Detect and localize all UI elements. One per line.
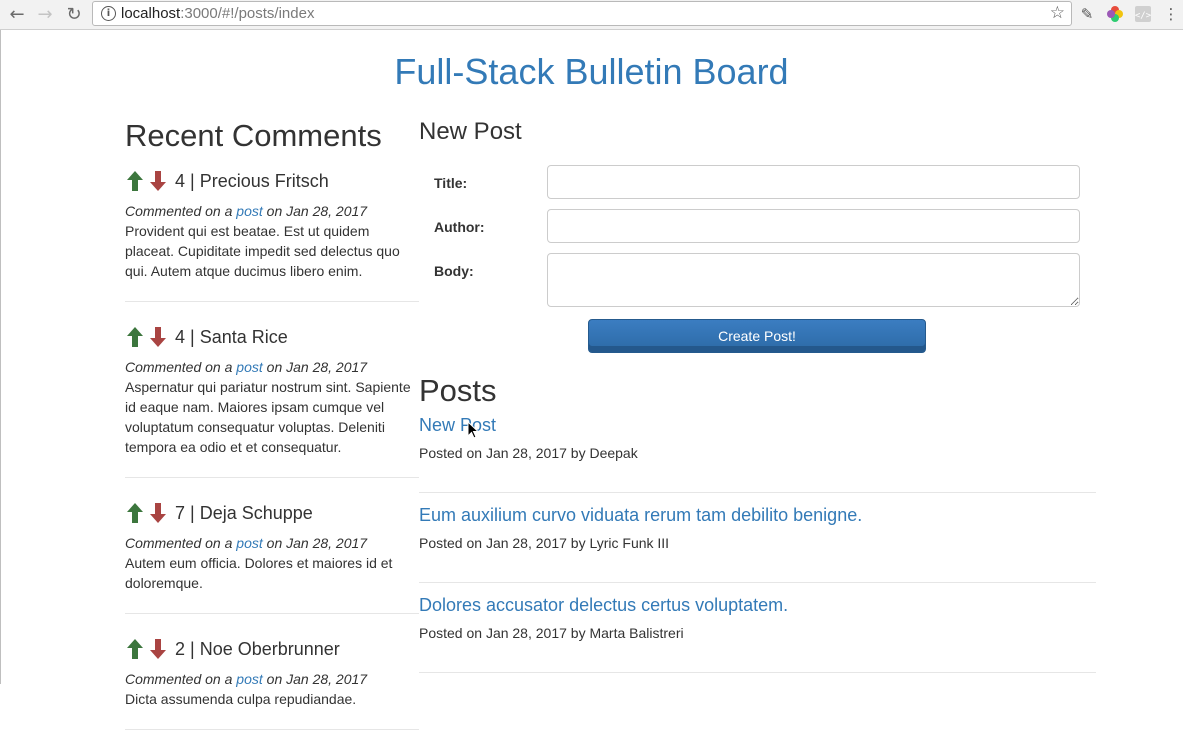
downvote-arrow-icon[interactable]: [148, 502, 168, 524]
meta-prefix: Commented on a: [125, 359, 237, 375]
menu-dots-icon[interactable]: ⋮: [1162, 5, 1180, 23]
author-label: Author:: [434, 219, 485, 235]
comment-item: 4 | Santa Rice Commented on a post on Ja…: [125, 324, 419, 478]
body-label: Body:: [434, 263, 474, 279]
window-edge: [0, 30, 1, 684]
comment-body: Dicta assumenda culpa repudiandae.: [125, 691, 357, 707]
color-wheel-icon[interactable]: [1106, 5, 1124, 23]
upvote-arrow-icon[interactable]: [125, 326, 145, 348]
main-column: New Post Title: Author: Body: Create Pos…: [419, 118, 1096, 673]
comment-meta: Commented on a post on Jan 28, 2017: [125, 669, 419, 689]
meta-date: on Jan 28, 2017: [262, 203, 368, 219]
downvote-arrow-icon[interactable]: [148, 638, 168, 660]
post-link[interactable]: post: [236, 203, 262, 219]
downvote-arrow-icon[interactable]: [148, 170, 168, 192]
new-post-heading: New Post: [419, 118, 522, 145]
url-text: localhost:3000/#!/posts/index: [121, 5, 314, 22]
author-row: Author:: [419, 209, 1096, 253]
recent-comments-panel: Recent Comments 4 | Precious Fritsch Com…: [125, 118, 419, 752]
page-title: Full-Stack Bulletin Board: [394, 51, 789, 92]
mouse-cursor-icon: [467, 420, 480, 439]
post-link[interactable]: post: [236, 671, 262, 687]
comment-score-author: 4 | Santa Rice: [175, 326, 288, 347]
post-link[interactable]: post: [236, 359, 262, 375]
forward-arrow-icon[interactable]: →: [34, 4, 56, 26]
meta-prefix: Commented on a: [125, 203, 237, 219]
meta-date: on Jan 28, 2017: [262, 671, 368, 687]
post-title-link[interactable]: New Post: [419, 415, 1096, 436]
new-post-form: Title: Author: Body: Create Post!: [419, 165, 1096, 353]
comment-item: 2 | Noe Oberbrunner Commented on a post …: [125, 636, 419, 730]
comment-body: Provident qui est beatae. Est ut quidem …: [125, 223, 400, 279]
posts-heading: Posts: [419, 373, 497, 408]
comment-score-author: 4 | Precious Fritsch: [175, 170, 329, 191]
post-meta: Posted on Jan 28, 2017 by Deepak: [419, 445, 638, 461]
meta-date: on Jan 28, 2017: [262, 359, 368, 375]
post-link[interactable]: post: [236, 535, 262, 551]
post-title-link[interactable]: Dolores accusator delectus certus volupt…: [419, 595, 1096, 616]
upvote-arrow-icon[interactable]: [125, 170, 145, 192]
title-input[interactable]: [547, 165, 1080, 199]
create-post-button[interactable]: Create Post!: [588, 319, 926, 353]
comment-item: 4 | Precious Fritsch Commented on a post…: [125, 168, 419, 302]
downvote-arrow-icon[interactable]: [148, 326, 168, 348]
recent-comments-heading: Recent Comments: [125, 118, 382, 153]
back-arrow-icon[interactable]: ←: [6, 4, 28, 26]
comment-body: Autem eum officia. Dolores et maiores id…: [125, 555, 393, 591]
post-item: Eum auxilium curvo viduata rerum tam deb…: [419, 505, 1096, 583]
eyedropper-icon[interactable]: ✎: [1078, 5, 1096, 23]
body-textarea[interactable]: [547, 253, 1080, 307]
post-meta: Posted on Jan 28, 2017 by Marta Balistre…: [419, 625, 684, 641]
comment-meta: Commented on a post on Jan 28, 2017: [125, 533, 419, 553]
code-icon[interactable]: </>: [1134, 5, 1152, 23]
author-input[interactable]: [547, 209, 1080, 243]
comment-item: 7 | Deja Schuppe Commented on a post on …: [125, 500, 419, 614]
comment-score-author: 2 | Noe Oberbrunner: [175, 638, 340, 659]
title-row: Title:: [419, 165, 1096, 209]
comment-meta: Commented on a post on Jan 28, 2017: [125, 357, 419, 377]
post-item: New Post Posted on Jan 28, 2017 by Deepa…: [419, 415, 1096, 493]
post-meta: Posted on Jan 28, 2017 by Lyric Funk III: [419, 535, 670, 551]
post-item: Dolores accusator delectus certus volupt…: [419, 595, 1096, 673]
star-icon[interactable]: ☆: [1050, 3, 1065, 23]
post-title-link[interactable]: Eum auxilium curvo viduata rerum tam deb…: [419, 505, 1096, 526]
svg-text:</>: </>: [1135, 11, 1152, 21]
comment-meta: Commented on a post on Jan 28, 2017: [125, 201, 419, 221]
url-path: :3000/#!/posts/index: [180, 5, 315, 22]
meta-date: on Jan 28, 2017: [262, 535, 368, 551]
reload-icon[interactable]: ↻: [63, 4, 85, 26]
info-icon[interactable]: i: [101, 6, 116, 21]
upvote-arrow-icon[interactable]: [125, 638, 145, 660]
comment-score-author: 7 | Deja Schuppe: [175, 502, 313, 523]
meta-prefix: Commented on a: [125, 671, 237, 687]
upvote-arrow-icon[interactable]: [125, 502, 145, 524]
browser-toolbar: ← → ↻ i localhost:3000/#!/posts/index ☆ …: [0, 0, 1183, 30]
comment-body: Aspernatur qui pariatur nostrum sint. Sa…: [125, 379, 411, 455]
meta-prefix: Commented on a: [125, 535, 237, 551]
body-row: Body:: [419, 253, 1096, 317]
title-label: Title:: [434, 175, 468, 191]
address-bar[interactable]: i localhost:3000/#!/posts/index ☆: [92, 1, 1072, 26]
url-host: localhost: [121, 5, 181, 22]
